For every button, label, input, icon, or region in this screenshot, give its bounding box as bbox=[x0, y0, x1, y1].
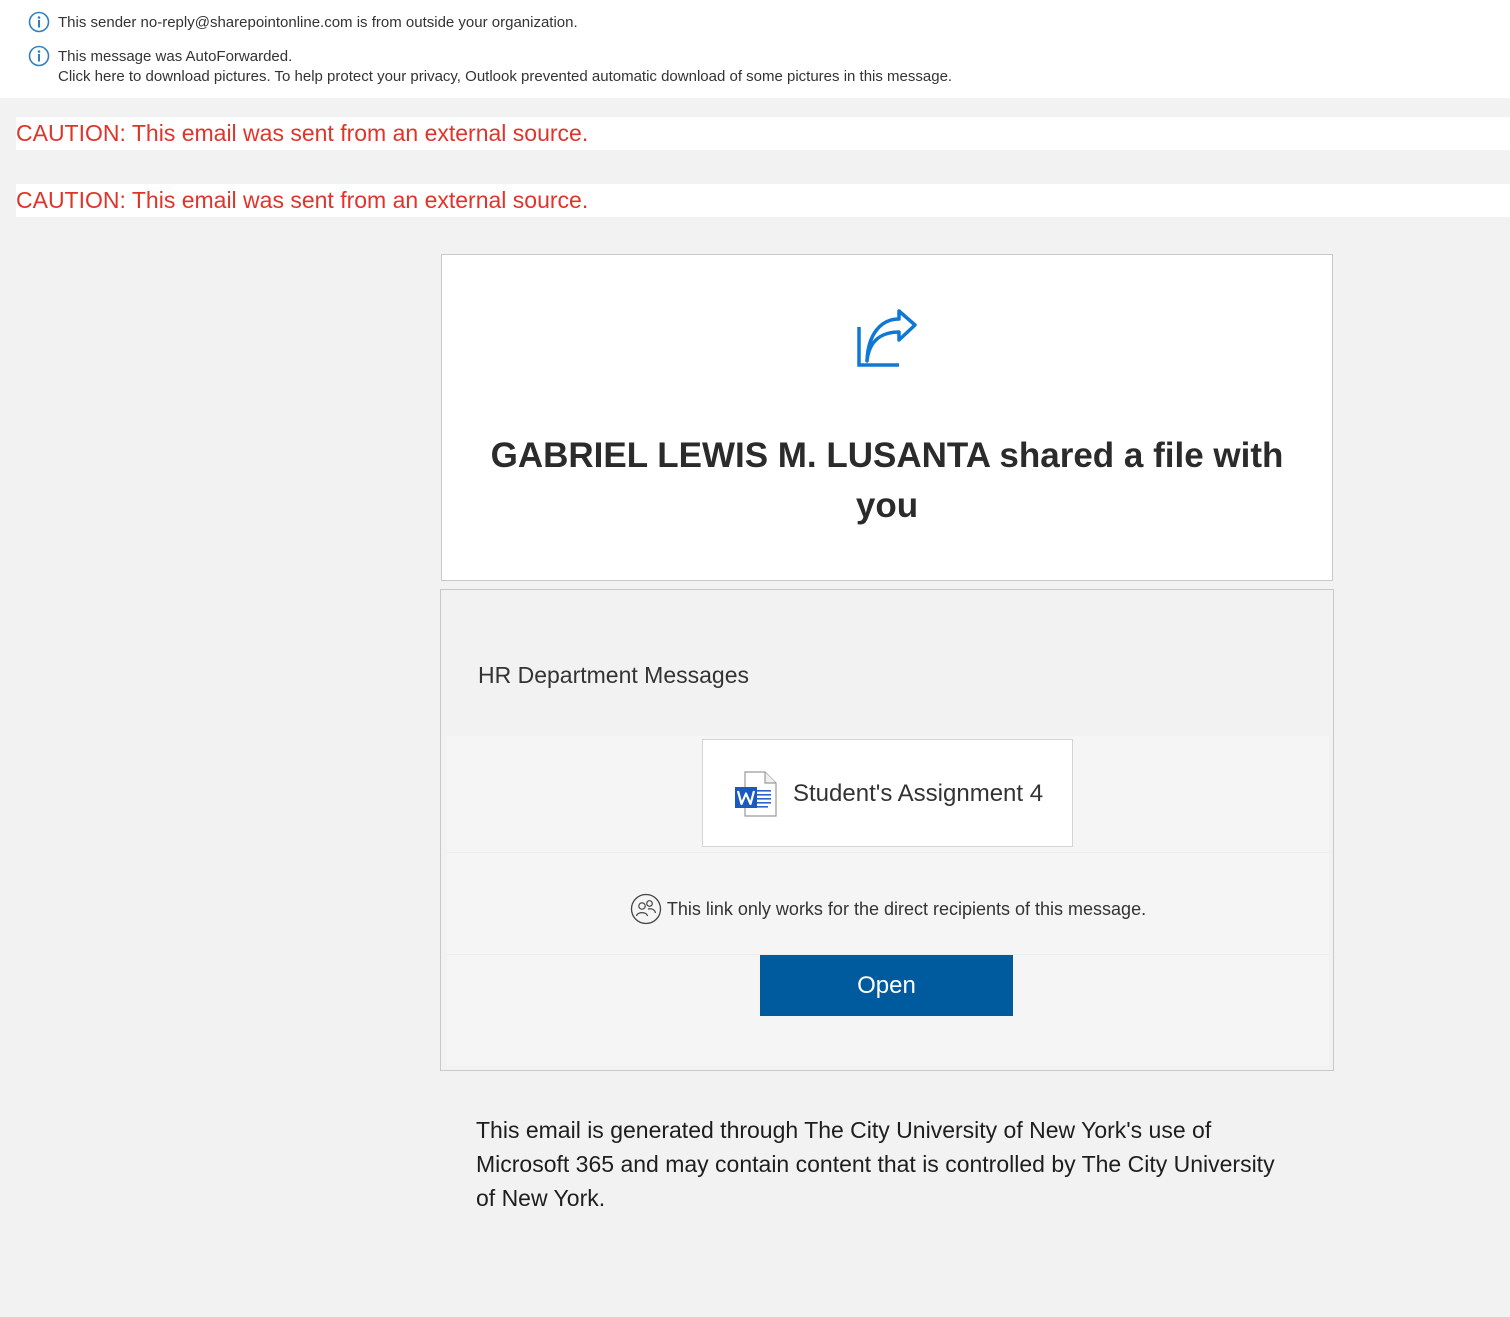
file-tile[interactable]: Student's Assignment 4 bbox=[702, 739, 1073, 847]
share-header-card: GABRIEL LEWIS M. LUSANTA shared a file w… bbox=[441, 254, 1333, 581]
word-document-icon bbox=[735, 771, 777, 817]
file-card: HR Department Messages Student's Assignm… bbox=[440, 589, 1334, 1071]
sender-notice-row: This sender no-reply@sharepointonline.co… bbox=[28, 11, 578, 33]
sender-notice-text: This sender no-reply@sharepointonline.co… bbox=[58, 13, 578, 31]
caution-banner: CAUTION: This email was sent from an ext… bbox=[16, 117, 1510, 150]
recipients-notice: This link only works for the direct reci… bbox=[447, 893, 1329, 925]
info-icon bbox=[28, 11, 50, 33]
caution-banner: CAUTION: This email was sent from an ext… bbox=[16, 184, 1510, 217]
people-icon bbox=[630, 893, 662, 925]
share-headline: GABRIEL LEWIS M. LUSANTA shared a file w… bbox=[490, 436, 1284, 525]
message-info-bar: This sender no-reply@sharepointonline.co… bbox=[0, 0, 1510, 98]
divider bbox=[447, 852, 1329, 853]
forward-notice-text: This message was AutoForwarded. bbox=[58, 47, 293, 65]
footer-disclaimer: This email is generated through The City… bbox=[476, 1117, 1275, 1211]
open-button[interactable]: Open bbox=[760, 955, 1013, 1016]
forward-notice-row: This message was AutoForwarded. bbox=[28, 45, 292, 67]
download-pictures-link[interactable]: Click here to download pictures. To help… bbox=[58, 68, 952, 85]
file-panel: Student's Assignment 4 This link only wo… bbox=[447, 736, 1329, 1066]
file-name[interactable]: Student's Assignment 4 bbox=[793, 780, 1043, 808]
share-arrow-icon bbox=[857, 309, 917, 367]
site-name: HR Department Messages bbox=[478, 662, 749, 688]
recipients-notice-text: This link only works for the direct reci… bbox=[666, 898, 1147, 919]
info-icon bbox=[28, 45, 50, 67]
